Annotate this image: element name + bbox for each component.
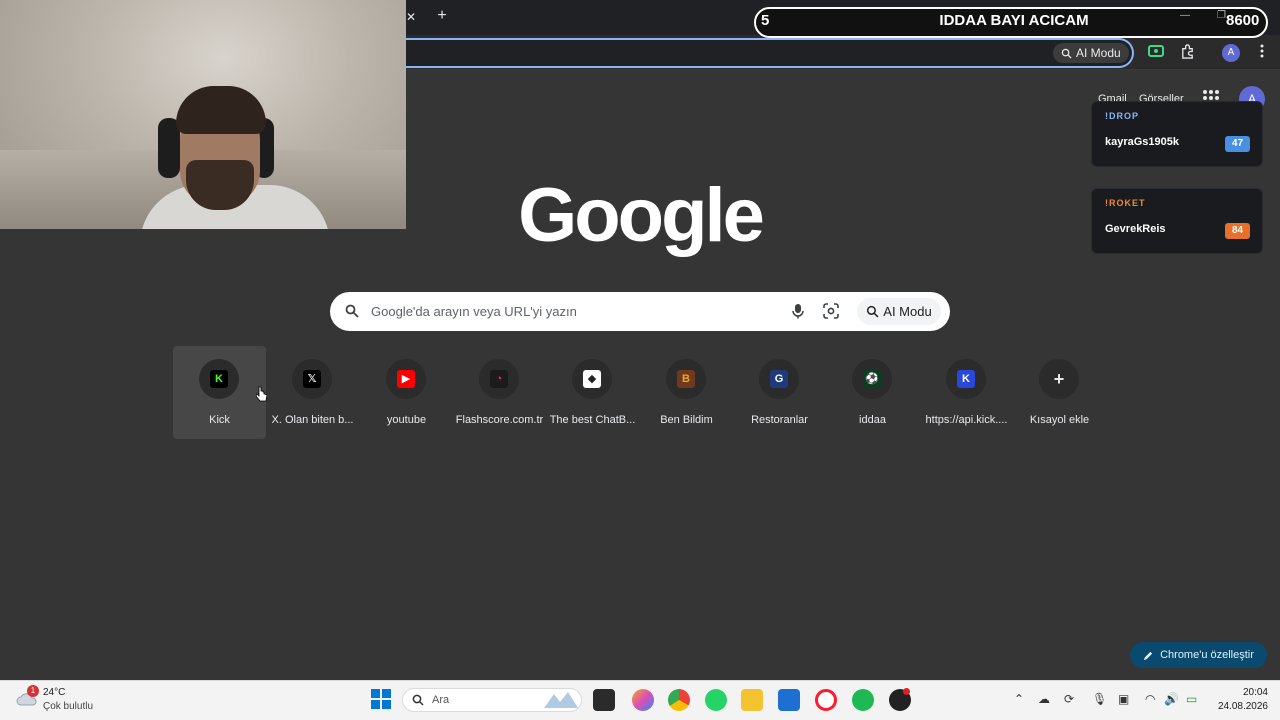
weather-notification-badge: 1 [27, 685, 39, 697]
close-tab-icon[interactable]: ✕ [404, 8, 418, 26]
taskbar-search-icon [412, 694, 424, 706]
omnibox-ai-mode-button[interactable]: AI Modu [1053, 43, 1129, 63]
volume-icon[interactable]: 🔊 [1164, 692, 1179, 706]
minimize-icon[interactable]: — [1180, 10, 1190, 21]
chevron-up-icon[interactable]: ⌃ [1014, 692, 1024, 706]
shortcut-label: https://api.kick.... [925, 414, 1008, 426]
shortcut-x[interactable]: 𝕏 X. Olan biten b... [266, 346, 359, 439]
search-highlight-icon [544, 692, 578, 708]
overlay-score: 8600 [1226, 12, 1260, 29]
google-logo: Google [518, 173, 765, 258]
omnibox-ai-mode-label: AI Modu [1076, 46, 1121, 60]
customize-chrome-button[interactable]: Chrome'u özelleştir [1130, 642, 1267, 668]
record-extension-icon[interactable] [1147, 44, 1165, 62]
drop-label: !DROP [1105, 111, 1139, 121]
shortcut-label: Restoranlar [751, 414, 808, 426]
menu-kebab-icon[interactable] [1253, 44, 1271, 62]
plus-icon: + [1053, 369, 1065, 389]
shortcut-iddaa[interactable]: ⚽ iddaa [826, 346, 919, 439]
x-icon: 𝕏 [303, 370, 321, 388]
shortcut-api-kick[interactable]: K https://api.kick.... [920, 346, 1013, 439]
shortcut-restoranlar[interactable]: G Restoranlar [733, 346, 826, 439]
shortcut-flashscore[interactable]: ◔ Flashscore.com.tr [453, 346, 546, 439]
browser-profile-avatar[interactable]: A [1222, 44, 1240, 62]
flashscore-icon: ◔ [490, 370, 508, 388]
shortcut-label: Flashscore.com.tr [455, 414, 544, 426]
ben-bildim-icon: B [677, 370, 695, 388]
drop-count-badge: 47 [1225, 136, 1250, 152]
iddaa-icon: ⚽ [863, 370, 881, 388]
shortcut-chatbot[interactable]: ◆ The best ChatB... [546, 346, 639, 439]
ai-mode-label: AI Modu [883, 304, 932, 319]
shortcut-youtube[interactable]: ▶ youtube [360, 346, 453, 439]
microsoft-store-icon[interactable] [778, 689, 800, 711]
cloud-off-icon[interactable]: ☁ [1038, 692, 1050, 706]
api-kick-icon: K [957, 370, 975, 388]
ai-mode-button[interactable]: AI Modu [857, 298, 941, 325]
chrome-taskbar-icon[interactable] [668, 689, 690, 711]
clock-time[interactable]: 20:04 [1232, 687, 1268, 698]
search-input[interactable]: Google'da arayın veya URL'yi yazın [371, 304, 577, 319]
whatsapp-icon[interactable] [705, 689, 727, 711]
weather-temperature[interactable]: 24°C [43, 687, 65, 698]
shortcut-label: Kick [209, 414, 230, 426]
shortcut-ben-bildim[interactable]: B Ben Bildim [640, 346, 733, 439]
ai-search-icon [867, 305, 879, 318]
weather-description[interactable]: Çok bulutlu [43, 701, 93, 712]
drop-card: !DROP kayraGs1905k 47 [1091, 101, 1263, 167]
task-view-icon[interactable] [593, 689, 615, 711]
shortcut-label: iddaa [859, 414, 886, 426]
restoranlar-icon: G [770, 370, 788, 388]
display-icon[interactable]: ▣ [1118, 692, 1129, 706]
ai-search-icon [1061, 48, 1072, 59]
drop-username: kayraGs1905k [1105, 136, 1180, 148]
shortcut-label: Kısayol ekle [1029, 414, 1090, 426]
spotify-icon[interactable] [852, 689, 874, 711]
kick-icon: K [210, 370, 228, 388]
chatbot-icon: ◆ [583, 370, 601, 388]
new-tab-button[interactable]: + [434, 6, 450, 26]
file-explorer-icon[interactable] [741, 689, 763, 711]
google-lens-icon[interactable] [823, 303, 839, 319]
taskbar-search-placeholder: Ara [432, 694, 450, 706]
shortcut-label: The best ChatB... [549, 414, 636, 426]
shortcut-label: youtube [386, 414, 427, 426]
youtube-icon: ▶ [397, 370, 415, 388]
microphone-tray-icon[interactable]: 🎙 [1092, 692, 1107, 706]
mouse-cursor-icon [256, 386, 267, 402]
shortcut-label: X. Olan biten b... [271, 414, 354, 426]
add-shortcut-button[interactable]: + Kısayol ekle [1013, 346, 1106, 439]
sync-icon[interactable]: ⟳ [1064, 692, 1074, 706]
address-bar[interactable] [406, 38, 1134, 68]
shortcut-label: Ben Bildim [660, 414, 713, 426]
shortcut-kick[interactable]: K Kick [173, 346, 266, 439]
windows-start-icon[interactable] [371, 689, 391, 709]
overlay-title: IDDAA BAYI ACICAM [939, 12, 1089, 29]
search-icon [345, 304, 359, 318]
copilot-icon[interactable] [632, 689, 654, 711]
wifi-icon[interactable]: ◠ [1145, 692, 1155, 706]
customize-chrome-label: Chrome'u özelleştir [1160, 649, 1254, 661]
overlay-counter: 5 [761, 12, 770, 29]
clock-date[interactable]: 24.08.2026 [1208, 701, 1268, 712]
notification-dot [903, 688, 910, 695]
opera-icon[interactable] [815, 689, 837, 711]
microphone-icon[interactable] [791, 303, 805, 319]
pencil-icon [1144, 651, 1153, 660]
battery-icon[interactable]: ▭ [1186, 692, 1197, 706]
extensions-icon[interactable] [1178, 44, 1196, 62]
restore-icon[interactable]: ❐ [1217, 10, 1226, 21]
